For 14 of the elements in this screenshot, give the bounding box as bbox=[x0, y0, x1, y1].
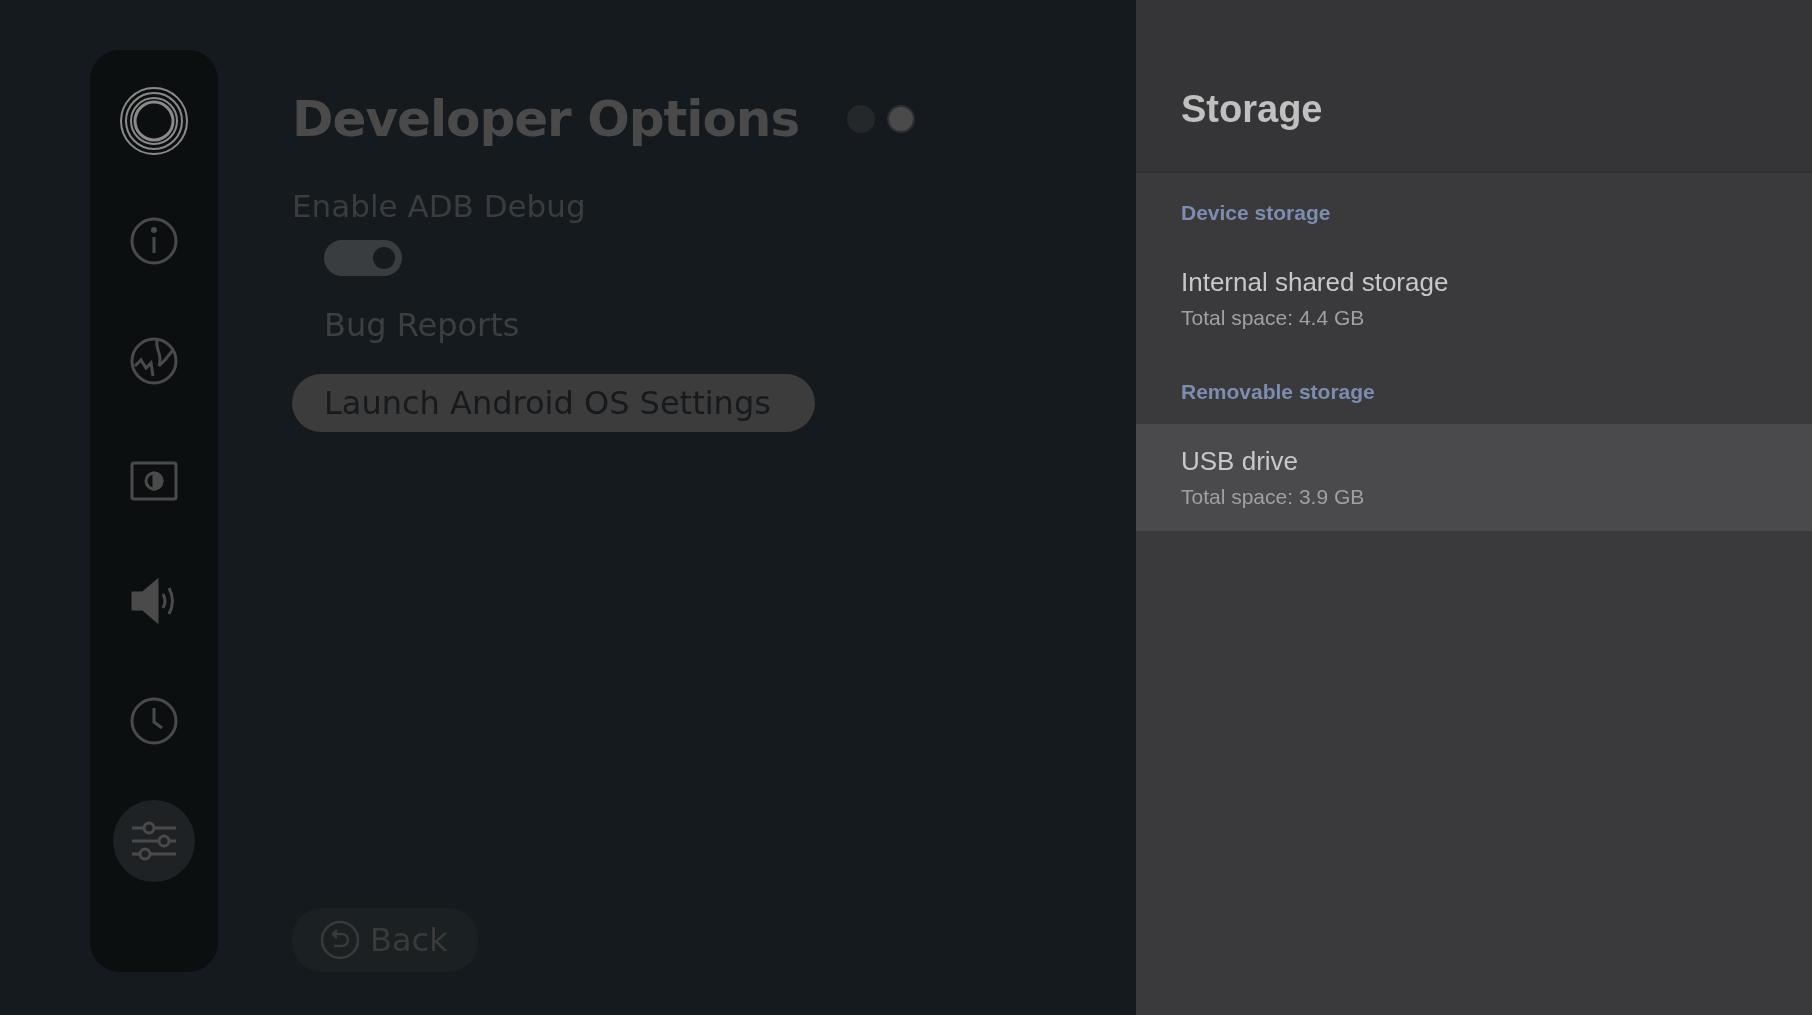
toggle-switch[interactable] bbox=[324, 240, 402, 276]
page-dot[interactable] bbox=[887, 105, 916, 133]
storage-name: USB drive bbox=[1181, 446, 1299, 477]
section-heading: Device storage bbox=[1180, 200, 1332, 226]
panel-title: Storage bbox=[1181, 90, 1324, 128]
clock-icon bbox=[129, 696, 179, 746]
storage-item[interactable]: Internal shared storage Total space: 4.4 GB bbox=[1136, 245, 1812, 352]
storage-detail: Total space: 3.9 GB bbox=[1181, 485, 1365, 509]
storage-name: Internal shared storage bbox=[1181, 267, 1449, 298]
storage-detail: Total space: 4.4 GB bbox=[1181, 306, 1365, 330]
storage-item[interactable]: USB drive Total space: 3.9 GB bbox=[1136, 424, 1812, 531]
concentric-rings-icon bbox=[119, 86, 189, 156]
section-heading: Removable storage bbox=[1180, 379, 1376, 405]
info-icon bbox=[129, 216, 179, 266]
